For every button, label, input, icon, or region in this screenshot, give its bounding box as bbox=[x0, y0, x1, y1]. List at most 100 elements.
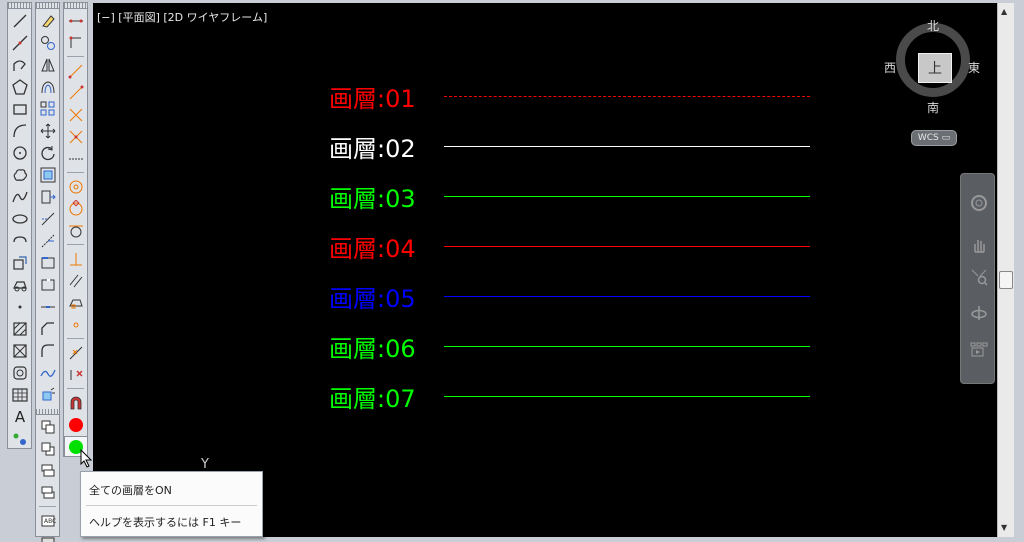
snap-node-icon[interactable] bbox=[64, 314, 88, 335]
spline-icon[interactable] bbox=[8, 186, 32, 207]
compass-east[interactable]: 東 bbox=[968, 59, 980, 76]
scale-icon[interactable] bbox=[36, 164, 60, 185]
table-icon[interactable] bbox=[8, 384, 32, 405]
ellipse-arc-icon[interactable] bbox=[8, 230, 32, 251]
wcs-menu[interactable]: WCS ▭ bbox=[911, 130, 957, 146]
stretch-icon[interactable] bbox=[36, 186, 60, 207]
layer-label: 画層:06 bbox=[329, 334, 416, 363]
layer-row-01: 画層:01 bbox=[329, 76, 810, 116]
join-icon[interactable] bbox=[36, 296, 60, 317]
layer-freeze-icon[interactable] bbox=[64, 104, 88, 125]
move-icon[interactable] bbox=[36, 120, 60, 141]
layer-line bbox=[444, 396, 810, 397]
tooltip-divider bbox=[86, 505, 257, 506]
mouse-cursor-icon bbox=[80, 449, 93, 468]
revision-cloud-icon[interactable] bbox=[8, 164, 32, 185]
rectangle-icon[interactable] bbox=[8, 98, 32, 119]
scroll-thumb[interactable] bbox=[999, 271, 1013, 289]
polyline-icon[interactable] bbox=[8, 54, 32, 75]
polygon-icon[interactable] bbox=[8, 76, 32, 97]
gradient-icon[interactable] bbox=[8, 340, 32, 361]
separator bbox=[67, 338, 84, 339]
compass-south[interactable]: 南 bbox=[927, 99, 939, 116]
orbit-icon[interactable] bbox=[967, 302, 990, 324]
draworder-back-icon[interactable] bbox=[36, 438, 60, 459]
rotate-icon[interactable] bbox=[36, 142, 60, 163]
pan-hand-icon[interactable] bbox=[967, 234, 990, 256]
chamfer-icon[interactable] bbox=[36, 318, 60, 339]
text-above-icon[interactable]: ABC bbox=[36, 510, 60, 531]
modify-toolbar: ABC bbox=[35, 2, 60, 542]
offset-icon[interactable] bbox=[36, 76, 60, 97]
mirror-icon[interactable] bbox=[36, 54, 60, 75]
snap-nearest-icon[interactable] bbox=[64, 342, 88, 363]
ellipse-icon[interactable] bbox=[8, 208, 32, 229]
steering-wheel-icon[interactable] bbox=[967, 192, 990, 214]
layer-row-04: 画層:04 bbox=[329, 226, 810, 266]
add-selected-icon[interactable] bbox=[8, 428, 32, 449]
layer-match-icon[interactable] bbox=[64, 32, 88, 53]
hatch-under-icon[interactable] bbox=[36, 532, 60, 542]
viewport-controls-label[interactable]: [−] [平面図] [2D ワイヤフレーム] bbox=[97, 9, 267, 25]
snap-center-icon[interactable] bbox=[64, 176, 88, 197]
break-icon[interactable] bbox=[36, 274, 60, 295]
snap-none-icon[interactable] bbox=[64, 364, 88, 385]
toolbar-grip[interactable] bbox=[36, 3, 59, 9]
showmotion-icon[interactable] bbox=[967, 338, 990, 360]
hatch-icon[interactable] bbox=[8, 318, 32, 339]
layer-isolate-icon[interactable] bbox=[64, 10, 88, 31]
snap-tangent-icon[interactable] bbox=[64, 220, 88, 241]
insert-block-icon[interactable] bbox=[8, 252, 32, 273]
compass-west[interactable]: 西 bbox=[884, 59, 896, 76]
scroll-down-icon[interactable]: ▼ bbox=[1001, 523, 1007, 532]
navigation-bar bbox=[960, 173, 995, 384]
array-icon[interactable] bbox=[36, 98, 60, 119]
blend-curves-icon[interactable] bbox=[36, 362, 60, 383]
point-icon[interactable] bbox=[8, 296, 32, 317]
arc-icon[interactable] bbox=[8, 120, 32, 141]
toolbar-grip[interactable] bbox=[64, 3, 87, 9]
layer-dashed-icon[interactable] bbox=[64, 148, 88, 169]
snap-quadrant-icon[interactable] bbox=[64, 198, 88, 219]
red-dot-icon bbox=[69, 417, 83, 432]
extend-icon[interactable] bbox=[36, 230, 60, 251]
line-icon[interactable] bbox=[8, 10, 32, 31]
compass-north[interactable]: 北 bbox=[927, 17, 939, 34]
separator bbox=[39, 506, 56, 507]
layer-all-off-button[interactable] bbox=[64, 414, 88, 435]
fillet-icon[interactable] bbox=[36, 340, 60, 361]
layer-line bbox=[444, 96, 810, 97]
trim-icon[interactable] bbox=[36, 208, 60, 229]
vertical-scrollbar[interactable]: ▲ ▼ bbox=[997, 3, 1014, 537]
zoom-extents-icon[interactable] bbox=[967, 266, 990, 288]
layer-row-07: 画層:07 bbox=[329, 376, 810, 416]
snap-insert-icon[interactable] bbox=[64, 292, 88, 313]
layer-line bbox=[444, 196, 810, 197]
draworder-front-icon[interactable] bbox=[36, 416, 60, 437]
scroll-up-icon[interactable]: ▲ bbox=[1001, 7, 1007, 16]
construction-line-icon[interactable] bbox=[8, 32, 32, 53]
viewcube-top-face[interactable]: 上 bbox=[918, 53, 952, 83]
viewcube[interactable]: 北 南 東 西 上 bbox=[884, 15, 980, 115]
copy-icon[interactable] bbox=[36, 32, 60, 53]
layer-lock-icon[interactable] bbox=[64, 126, 88, 147]
magnet-icon[interactable] bbox=[64, 392, 88, 413]
erase-icon[interactable] bbox=[36, 10, 60, 31]
layer-change-icon[interactable] bbox=[64, 60, 88, 81]
toolbar-grip[interactable] bbox=[8, 3, 31, 9]
explode-icon[interactable] bbox=[36, 384, 60, 405]
circle-icon[interactable] bbox=[8, 142, 32, 163]
drawing-viewport[interactable]: [−] [平面図] [2D ワイヤフレーム] 画層:01 画層:02 画層:03… bbox=[93, 3, 997, 537]
draworder-under-icon[interactable] bbox=[36, 482, 60, 503]
multiline-text-icon[interactable]: A bbox=[8, 406, 32, 427]
layer-row-02: 画層:02 bbox=[329, 126, 810, 166]
make-block-icon[interactable] bbox=[8, 274, 32, 295]
layer-row-05: 画層:05 bbox=[329, 276, 810, 316]
toolbar-grip[interactable] bbox=[36, 409, 59, 415]
draworder-above-icon[interactable] bbox=[36, 460, 60, 481]
break-at-point-icon[interactable] bbox=[36, 252, 60, 273]
layer-off-icon[interactable] bbox=[64, 82, 88, 103]
snap-perpendicular-icon[interactable] bbox=[64, 248, 88, 269]
snap-parallel-icon[interactable] bbox=[64, 270, 88, 291]
region-icon[interactable] bbox=[8, 362, 32, 383]
